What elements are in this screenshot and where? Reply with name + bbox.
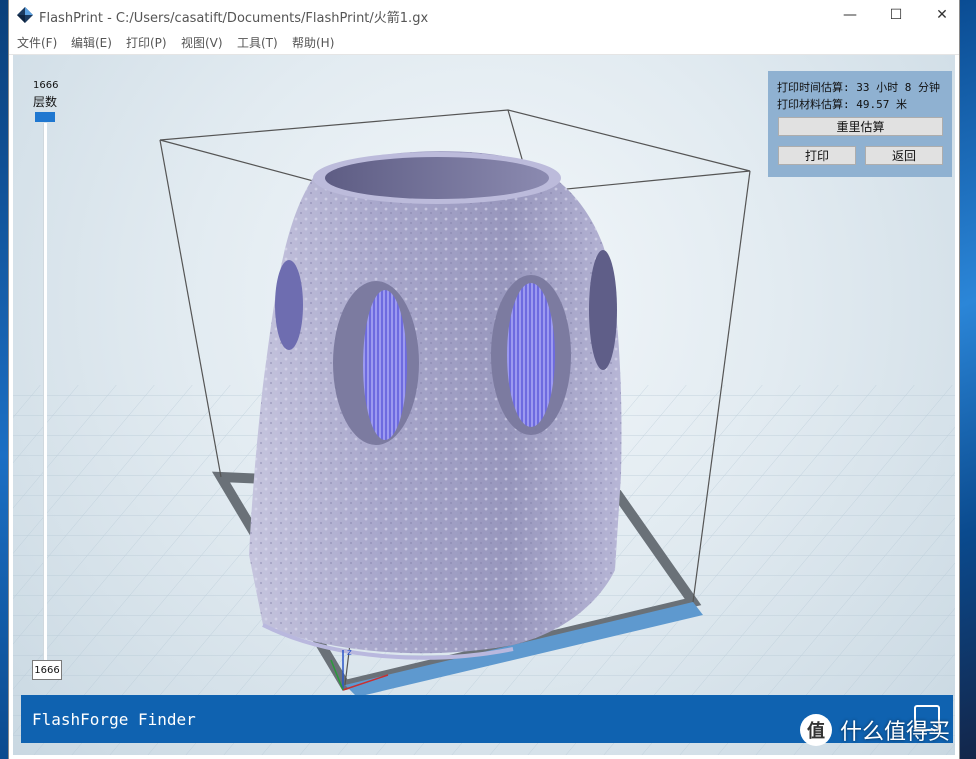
printer-name: FlashForge Finder xyxy=(32,710,196,729)
reestimate-button[interactable]: 重里估算 xyxy=(778,117,943,136)
menu-file[interactable]: 文件(F) xyxy=(17,34,57,51)
svg-text:z: z xyxy=(347,648,352,658)
app-window: FlashPrint - C:/Users/casatift/Documents… xyxy=(8,0,960,759)
3d-viewport[interactable]: z 1666 层数 1666 打印时间估算: 33 小时 8 分钟 打印材料估算… xyxy=(13,55,955,755)
layer-max-value: 1666 xyxy=(33,80,59,91)
title-bar[interactable]: FlashPrint - C:/Users/casatift/Documents… xyxy=(9,0,959,30)
print-time-estimate: 打印时间估算: 33 小时 8 分钟 xyxy=(777,81,940,94)
watermark-badge: 值 xyxy=(800,714,832,746)
desktop-background-right xyxy=(960,0,976,759)
layer-value-input[interactable]: 1666 xyxy=(32,660,62,680)
menu-view[interactable]: 视图(V) xyxy=(181,34,223,51)
minimize-button[interactable]: — xyxy=(827,0,873,30)
menu-edit[interactable]: 编辑(E) xyxy=(71,34,112,51)
layer-slider-track[interactable] xyxy=(43,123,47,663)
flashprint-logo-icon xyxy=(17,7,33,23)
layer-count-label: 层数 xyxy=(33,95,58,109)
watermark-text: 什么值得买 xyxy=(840,720,951,745)
watermark: 值 什么值得买 xyxy=(800,712,950,748)
desktop-background-left xyxy=(0,0,8,759)
printed-model xyxy=(249,151,622,660)
window-title: FlashPrint - C:/Users/casatift/Documents… xyxy=(39,11,429,26)
back-button[interactable]: 返回 xyxy=(865,146,943,165)
menu-tools[interactable]: 工具(T) xyxy=(237,34,278,51)
layer-slider-thumb[interactable] xyxy=(35,112,55,122)
close-button[interactable]: ✕ xyxy=(919,0,965,30)
menu-help[interactable]: 帮助(H) xyxy=(292,34,334,51)
menu-print[interactable]: 打印(P) xyxy=(126,34,167,51)
material-estimate: 打印材料估算: 49.57 米 xyxy=(777,98,907,111)
menu-bar: 文件(F) 编辑(E) 打印(P) 视图(V) 工具(T) 帮助(H) xyxy=(9,30,959,55)
maximize-button[interactable]: ☐ xyxy=(873,0,919,30)
print-button[interactable]: 打印 xyxy=(778,146,856,165)
estimate-panel: 打印时间估算: 33 小时 8 分钟 打印材料估算: 49.57 米 重里估算 … xyxy=(768,71,952,177)
